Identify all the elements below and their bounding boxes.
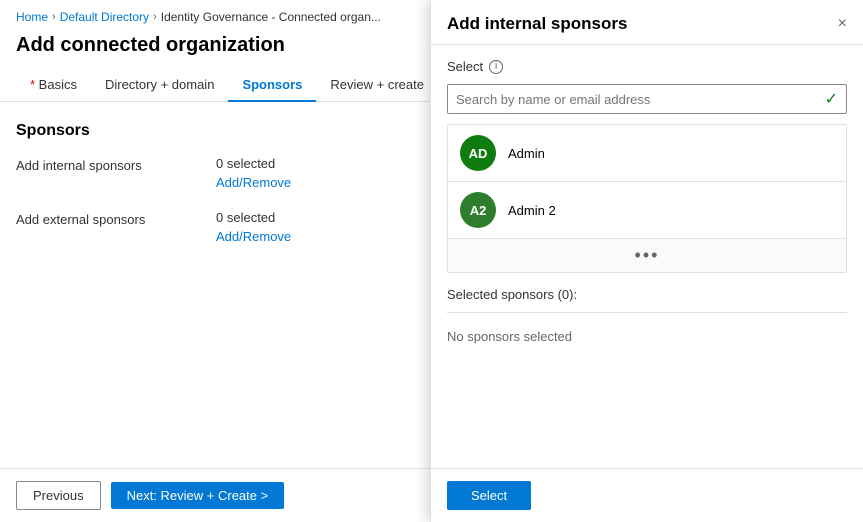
- avatar-admin: AD: [460, 135, 496, 171]
- search-input[interactable]: [456, 92, 819, 107]
- modal-body: Select i ✓ AD Admin A2 Admin 2: [431, 45, 863, 468]
- external-sponsors-info: 0 selected Add/Remove: [216, 210, 291, 244]
- search-check-icon: ✓: [825, 89, 838, 109]
- divider: [447, 312, 847, 313]
- external-sponsors-count: 0 selected: [216, 210, 291, 225]
- internal-sponsors-add-remove[interactable]: Add/Remove: [216, 175, 291, 190]
- external-sponsors-label: Add external sponsors: [16, 210, 216, 227]
- selected-sponsors-label: Selected sponsors (0):: [447, 283, 847, 302]
- breadcrumb-home[interactable]: Home: [16, 10, 48, 24]
- tab-basics[interactable]: Basics: [16, 69, 91, 102]
- select-label: Select: [447, 59, 483, 74]
- tab-directory-domain[interactable]: Directory + domain: [91, 69, 228, 102]
- add-internal-sponsors-modal: Add internal sponsors × Select i ✓ AD Ad…: [430, 0, 863, 522]
- internal-sponsors-info: 0 selected Add/Remove: [216, 156, 291, 190]
- bottom-bar: Previous Next: Review + Create >: [0, 468, 430, 522]
- external-sponsors-add-remove[interactable]: Add/Remove: [216, 229, 291, 244]
- user-list-scroll[interactable]: AD Admin A2 Admin 2: [448, 125, 846, 238]
- internal-sponsors-count: 0 selected: [216, 156, 291, 171]
- more-dots-icon: •••: [635, 245, 660, 266]
- select-label-row: Select i: [447, 59, 847, 74]
- user-name-admin2: Admin 2: [508, 203, 556, 218]
- modal-footer: Select: [431, 468, 863, 522]
- breadcrumb-sep-1: ›: [52, 11, 56, 23]
- modal-close-button[interactable]: ×: [838, 16, 847, 32]
- modal-title: Add internal sponsors: [447, 14, 627, 34]
- breadcrumb-sep-2: ›: [153, 11, 157, 23]
- next-button[interactable]: Next: Review + Create >: [111, 482, 285, 509]
- tab-review-create[interactable]: Review + create: [316, 69, 438, 102]
- more-indicator: •••: [448, 238, 846, 272]
- tab-sponsors[interactable]: Sponsors: [228, 69, 316, 102]
- main-page: Home › Default Directory › Identity Gove…: [0, 0, 863, 522]
- user-name-admin: Admin: [508, 146, 545, 161]
- previous-button[interactable]: Previous: [16, 481, 101, 510]
- info-icon: i: [489, 60, 503, 74]
- breadcrumb-directory[interactable]: Default Directory: [60, 10, 149, 24]
- user-list: AD Admin A2 Admin 2 •••: [447, 124, 847, 273]
- breadcrumb-current: Identity Governance - Connected organ...: [161, 10, 381, 24]
- internal-sponsors-label: Add internal sponsors: [16, 156, 216, 173]
- select-button[interactable]: Select: [447, 481, 531, 510]
- no-sponsors-text: No sponsors selected: [447, 323, 847, 350]
- user-item-admin2[interactable]: A2 Admin 2: [448, 182, 846, 238]
- avatar-admin2: A2: [460, 192, 496, 228]
- modal-header: Add internal sponsors ×: [431, 0, 863, 45]
- user-item-admin[interactable]: AD Admin: [448, 125, 846, 182]
- search-box[interactable]: ✓: [447, 84, 847, 114]
